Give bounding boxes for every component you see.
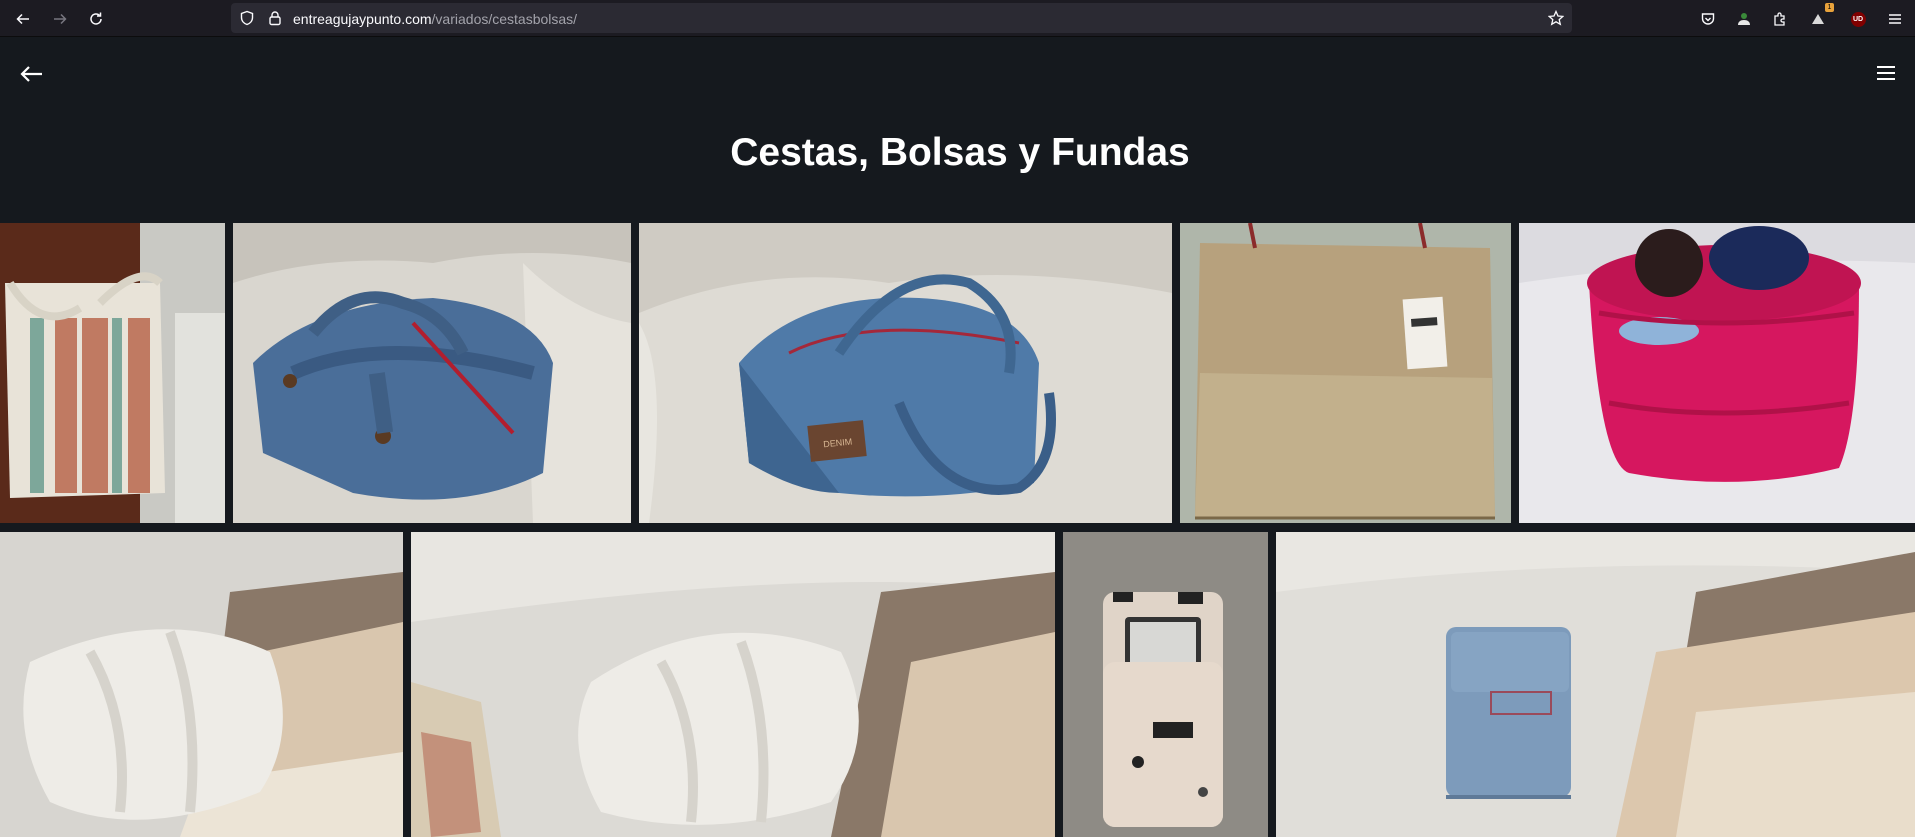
- gallery-photo-denim-pouch[interactable]: [1276, 532, 1915, 837]
- extension-badge-button[interactable]: 1: [1805, 3, 1834, 32]
- star-icon[interactable]: [1548, 10, 1564, 26]
- extension-count-badge: 1: [1825, 3, 1834, 12]
- gallery-photo-pink-basket[interactable]: [1519, 223, 1915, 523]
- extensions-button[interactable]: [1767, 6, 1793, 32]
- denim-zip-bag-photo: [233, 223, 631, 523]
- url-text[interactable]: entreagujaypunto.com/variados/cestasbols…: [293, 11, 577, 27]
- url-path: /variados/cestasbolsas/: [431, 11, 578, 27]
- gallery-photo-ereader-case[interactable]: [1063, 532, 1268, 837]
- arrow-left-icon: [16, 13, 29, 25]
- denim-pouch-photo: [1276, 532, 1915, 837]
- reload-button[interactable]: [83, 6, 109, 32]
- pocket-icon: [1701, 13, 1715, 25]
- address-bar[interactable]: entreagujaypunto.com/variados/cestasbols…: [231, 3, 1572, 33]
- puzzle-icon: [1774, 12, 1785, 26]
- site-menu-button[interactable]: [1875, 62, 1897, 84]
- page-title: Cestas, Bolsas y Fundas: [730, 131, 1190, 174]
- back-link[interactable]: [18, 60, 46, 88]
- ereader-case-photo: [1063, 532, 1268, 837]
- extension-avatar-icon: [1738, 13, 1750, 25]
- ereader-extension-icon: [1812, 14, 1824, 24]
- pocket-button[interactable]: [1695, 6, 1721, 32]
- browser-toolbar: entreagujaypunto.com/variados/cestasbols…: [0, 0, 1915, 37]
- shield-icon[interactable]: [239, 10, 255, 26]
- gallery-photo-striped-tote[interactable]: [0, 223, 225, 523]
- app-menu-button[interactable]: [1882, 6, 1908, 32]
- arrow-left-icon: [20, 66, 42, 82]
- url-domain: entreagujaypunto.com: [293, 11, 432, 27]
- jute-bag-photo: [1180, 223, 1511, 523]
- arrow-right-icon: [54, 13, 67, 25]
- back-button[interactable]: [10, 6, 36, 32]
- reload-icon: [90, 12, 102, 25]
- gallery-photo-denim-handle-bag[interactable]: DENIM: [639, 223, 1172, 523]
- page-content: Cestas, Bolsas y Fundas DENIM: [0, 38, 1915, 837]
- gallery-photo-cable-cushion[interactable]: [0, 532, 403, 837]
- gallery-photo-denim-zip-bag[interactable]: [233, 223, 631, 523]
- hamburger-icon: [1877, 66, 1895, 80]
- ublock-button[interactable]: UD: [1845, 6, 1871, 32]
- ublock-icon: UD: [1850, 11, 1866, 27]
- gallery-photo-jute-bag[interactable]: [1180, 223, 1511, 523]
- cushions-pair-photo: [411, 532, 1055, 837]
- extension-button[interactable]: [1731, 6, 1757, 32]
- cable-cushion-photo: [0, 532, 403, 837]
- denim-handle-bag-photo: DENIM: [639, 223, 1172, 523]
- lock-icon[interactable]: [267, 10, 283, 26]
- forward-button[interactable]: [47, 6, 73, 32]
- gallery-photo-cushions-pair[interactable]: [411, 532, 1055, 837]
- pink-basket-photo: [1519, 223, 1915, 523]
- striped-tote-photo: [0, 223, 225, 523]
- hamburger-icon: [1889, 14, 1901, 24]
